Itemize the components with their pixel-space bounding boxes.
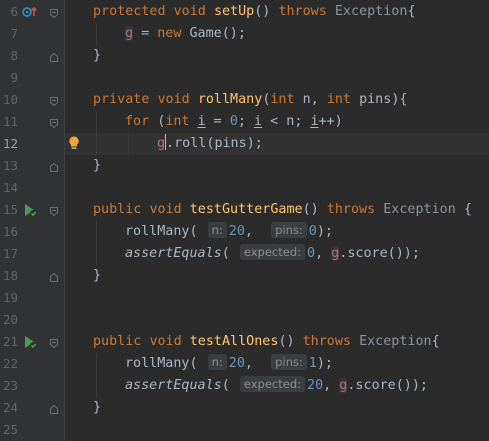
- fold-marker-icon[interactable]: [50, 161, 58, 172]
- code-text: assertEquals( expected: 0, g.score());: [125, 244, 420, 261]
- code-line[interactable]: 25: [0, 419, 489, 441]
- code-text: rollMany( n: 20, pins: 0);: [125, 222, 333, 239]
- lightbulb-icon[interactable]: [67, 135, 81, 151]
- code-line[interactable]: 10 private void rollMany(int n, int pins…: [0, 89, 489, 111]
- line-number: 23: [2, 378, 18, 393]
- line-number: 14: [2, 180, 18, 195]
- line-number: 19: [2, 290, 18, 305]
- line-number: 21: [2, 334, 18, 349]
- fold-marker-icon[interactable]: [50, 337, 58, 349]
- fold-marker-icon[interactable]: [50, 117, 58, 129]
- line-number: 15: [2, 202, 18, 217]
- code-line[interactable]: 24 }: [0, 397, 489, 419]
- code-line[interactable]: 15 public void testGutterGame() throws E…: [0, 199, 489, 221]
- line-number: 24: [2, 400, 18, 415]
- line-number: 9: [10, 70, 18, 85]
- code-line[interactable]: 9: [0, 67, 489, 89]
- code-text: public void testAllOnes() throws Excepti…: [93, 334, 440, 349]
- line-number: 22: [2, 356, 18, 371]
- line-number: 13: [2, 158, 18, 173]
- code-text: }: [93, 158, 102, 173]
- line-number: 10: [2, 92, 18, 107]
- fold-marker-icon[interactable]: [50, 205, 58, 217]
- fold-marker-icon[interactable]: [50, 51, 58, 62]
- code-editor[interactable]: 6 protected void setUp() throws Exceptio…: [0, 0, 489, 441]
- param-hint-expected: expected:: [239, 376, 306, 392]
- line-number: 18: [2, 268, 18, 283]
- code-text: private void rollMany(int n, int pins){: [93, 92, 408, 107]
- code-line[interactable]: 8 }: [0, 45, 489, 67]
- code-text: public void testGutterGame() throws Exce…: [93, 202, 472, 217]
- code-text: assertEquals( expected: 20, g.score());: [125, 376, 428, 393]
- code-line[interactable]: 19: [0, 287, 489, 309]
- run-test-icon[interactable]: [22, 334, 37, 350]
- param-hint-expected: expected:: [239, 244, 306, 260]
- param-hint-pins: pins:: [271, 222, 307, 238]
- code-line[interactable]: 18 }: [0, 265, 489, 287]
- code-line[interactable]: 22 rollMany( n: 20, pins: 1);: [0, 353, 489, 375]
- fold-marker-icon[interactable]: [50, 7, 58, 19]
- code-line[interactable]: 14: [0, 177, 489, 199]
- code-text: rollMany( n: 20, pins: 1);: [125, 354, 333, 371]
- param-hint-pins: pins:: [271, 354, 307, 370]
- line-number: 11: [2, 114, 18, 129]
- code-text: for (int i = 0; i < n; i++): [125, 114, 343, 129]
- line-number: 20: [2, 312, 18, 327]
- code-line-current[interactable]: 12 g.roll(pins);: [0, 133, 489, 155]
- code-text: g.roll(pins);: [157, 134, 263, 151]
- code-text: }: [93, 268, 102, 283]
- fold-marker-icon[interactable]: [50, 271, 58, 282]
- code-line[interactable]: 13 }: [0, 155, 489, 177]
- fold-marker-icon[interactable]: [50, 403, 58, 414]
- code-line[interactable]: 16 rollMany( n: 20, pins: 0);: [0, 221, 489, 243]
- override-up-arrow-icon[interactable]: [22, 4, 38, 20]
- run-test-icon[interactable]: [22, 202, 37, 218]
- code-line[interactable]: 6 protected void setUp() throws Exceptio…: [0, 1, 489, 23]
- code-line[interactable]: 17 assertEquals( expected: 0, g.score());: [0, 243, 489, 265]
- code-text: g = new Game();: [125, 26, 246, 41]
- code-line[interactable]: 11 for (int i = 0; i < n; i++): [0, 111, 489, 133]
- line-number: 7: [10, 26, 18, 41]
- line-number: 25: [2, 422, 18, 437]
- code-line[interactable]: 7 g = new Game();: [0, 23, 489, 45]
- line-number: 12: [2, 136, 18, 151]
- code-line[interactable]: 23 assertEquals( expected: 20, g.score())…: [0, 375, 489, 397]
- line-number: 16: [2, 224, 18, 239]
- text-caret: [165, 134, 167, 150]
- line-number: 8: [10, 48, 18, 63]
- code-text: }: [93, 48, 102, 63]
- line-number: 17: [2, 246, 18, 261]
- code-text: }: [93, 400, 102, 415]
- code-text: protected void setUp() throws Exception{: [93, 4, 416, 19]
- param-hint-n: n:: [207, 222, 227, 238]
- param-hint-n: n:: [207, 354, 227, 370]
- fold-marker-icon[interactable]: [50, 95, 58, 107]
- code-line[interactable]: 20: [0, 309, 489, 331]
- code-line[interactable]: 21 public void testAllOnes() throws Exce…: [0, 331, 489, 353]
- line-number: 6: [10, 4, 18, 19]
